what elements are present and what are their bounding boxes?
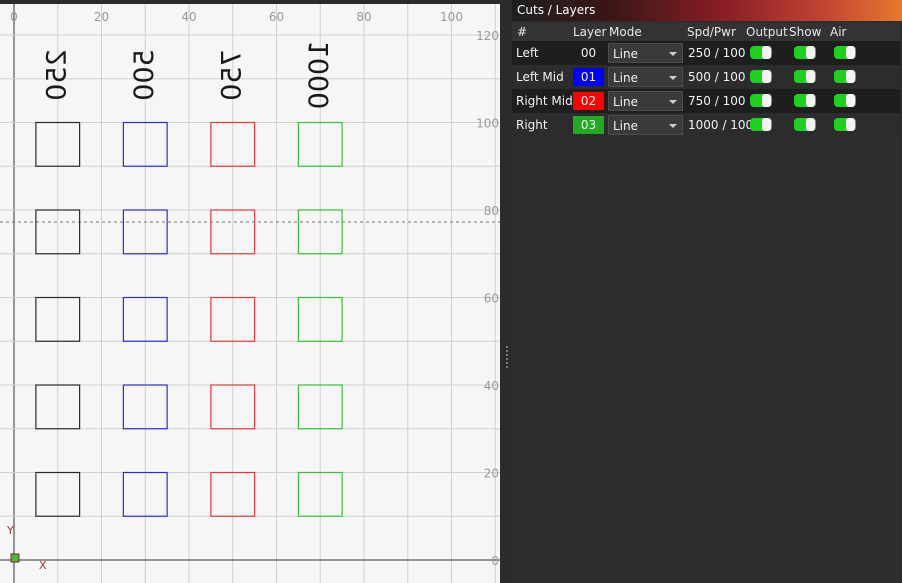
show-toggle[interactable] [794, 46, 816, 59]
column-label[interactable]: 250 [41, 49, 72, 101]
axis-x-label: X [39, 559, 47, 572]
right-ruler-tick: 0 [491, 554, 499, 568]
layer-swatch[interactable]: 00 [573, 44, 604, 62]
air-toggle[interactable] [834, 118, 856, 131]
design-canvas[interactable]: 0 20 40 60 80 100 120 100 80 60 40 20 0 250 500 750 10… [0, 0, 502, 583]
header-air[interactable]: Air [830, 25, 846, 39]
speed-power-value[interactable]: 250 / 100 [688, 46, 745, 60]
row-name: Left Mid [516, 70, 564, 84]
top-ruler-tick: 20 [94, 10, 109, 24]
output-toggle[interactable] [750, 94, 772, 107]
canvas-workspace[interactable]: 0 20 40 60 80 100 120 100 80 60 40 20 0 250 500 750 10… [0, 0, 502, 583]
header-layer[interactable]: Layer [573, 25, 606, 39]
axis-y-label: Y [6, 524, 14, 537]
chevron-down-icon [669, 76, 677, 80]
header-spd-pwr[interactable]: Spd/Pwr [687, 25, 736, 39]
layer-swatch[interactable]: 02 [573, 92, 604, 110]
header-output[interactable]: Output [746, 25, 788, 39]
speed-power-value[interactable]: 1000 / 100 [688, 118, 753, 132]
cuts-layers-panel: Cuts / Layers # Layer Mode Spd/Pwr Outpu… [512, 0, 902, 583]
layer-swatch[interactable]: 01 [573, 68, 604, 86]
right-ruler-tick: 120 [476, 29, 499, 43]
table-row[interactable]: Right Mid 02 Line 750 / 100 [512, 89, 900, 113]
top-ruler-tick: 40 [181, 10, 196, 24]
top-ruler: 0 20 40 60 80 100 [10, 10, 463, 24]
header-mode[interactable]: Mode [609, 25, 642, 39]
mode-value: Line [613, 71, 639, 85]
show-toggle[interactable] [794, 118, 816, 131]
row-name: Right [516, 118, 548, 132]
mode-dropdown[interactable]: Line [608, 43, 683, 63]
panel-title: Cuts / Layers [512, 0, 902, 21]
right-ruler-tick: 100 [476, 117, 499, 131]
top-ruler-tick: 80 [356, 10, 371, 24]
table-header: # Layer Mode Spd/Pwr Output Show Air [512, 23, 900, 41]
panel-splitter[interactable] [502, 0, 512, 583]
mode-value: Line [613, 95, 639, 109]
header-num[interactable]: # [517, 25, 527, 39]
header-show[interactable]: Show [789, 25, 821, 39]
output-toggle[interactable] [750, 118, 772, 131]
mode-value: Line [613, 119, 639, 133]
top-ruler-tick: 100 [440, 10, 463, 24]
show-toggle[interactable] [794, 94, 816, 107]
canvas-top-border [0, 0, 502, 4]
chevron-down-icon [669, 52, 677, 56]
output-toggle[interactable] [750, 46, 772, 59]
mode-dropdown[interactable]: Line [608, 91, 683, 111]
right-ruler-tick: 20 [484, 467, 499, 481]
table-row[interactable]: Left 00 Line 250 / 100 [512, 41, 900, 65]
column-label[interactable]: 500 [129, 49, 160, 101]
canvas-grid [0, 4, 500, 583]
air-toggle[interactable] [834, 46, 856, 59]
air-toggle[interactable] [834, 70, 856, 83]
column-labels: 250 500 750 1000 [41, 41, 335, 110]
right-ruler-tick: 40 [484, 379, 499, 393]
table-row[interactable]: Right 03 Line 1000 / 100 [512, 113, 900, 137]
table-row[interactable]: Left Mid 01 Line 500 / 100 [512, 65, 900, 89]
mode-dropdown[interactable]: Line [608, 115, 683, 135]
origin-marker [10, 553, 20, 563]
right-ruler-tick: 80 [484, 204, 499, 218]
chevron-down-icon [669, 100, 677, 104]
cuts-table: # Layer Mode Spd/Pwr Output Show Air Lef… [512, 21, 900, 583]
top-ruler-tick: 0 [10, 10, 18, 24]
layer-swatch[interactable]: 03 [573, 116, 604, 134]
row-name: Right Mid [516, 94, 573, 108]
right-ruler-tick: 60 [484, 292, 499, 306]
column-label[interactable]: 1000 [304, 41, 335, 110]
output-toggle[interactable] [750, 70, 772, 83]
top-ruler-tick: 60 [269, 10, 284, 24]
mode-value: Line [613, 47, 639, 61]
mode-dropdown[interactable]: Line [608, 67, 683, 87]
show-toggle[interactable] [794, 70, 816, 83]
speed-power-value[interactable]: 500 / 100 [688, 70, 745, 84]
splitter-grip-icon[interactable] [506, 346, 508, 368]
speed-power-value[interactable]: 750 / 100 [688, 94, 745, 108]
air-toggle[interactable] [834, 94, 856, 107]
column-label[interactable]: 750 [216, 49, 247, 101]
row-name: Left [516, 46, 539, 60]
chevron-down-icon [669, 124, 677, 128]
